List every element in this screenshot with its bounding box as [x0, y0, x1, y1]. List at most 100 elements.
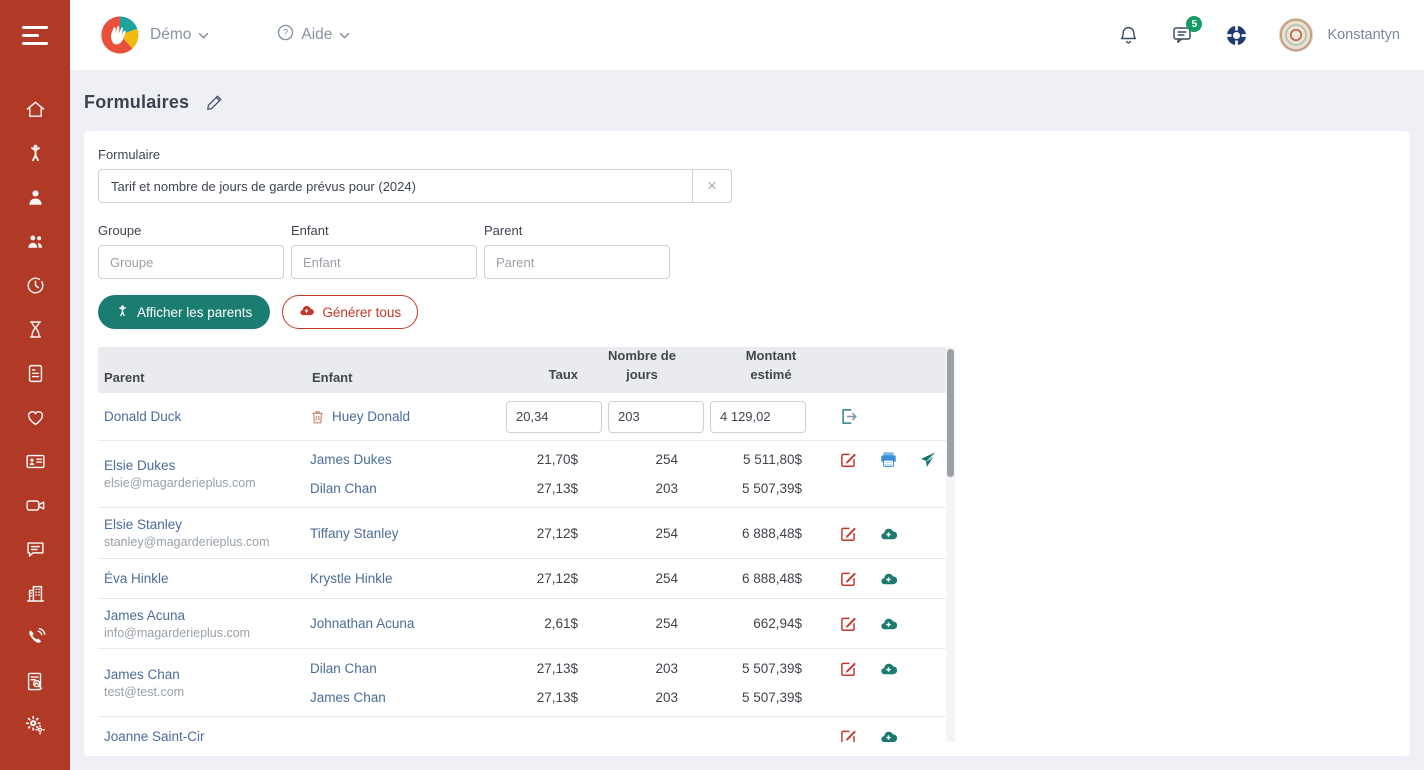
- sidebar-item-home[interactable]: [0, 90, 70, 134]
- sidebar-item-educators[interactable]: [0, 178, 70, 222]
- page-content: Formulaires Formulaire × Groupe Enfant: [70, 70, 1424, 770]
- table-scrollbar-thumb[interactable]: [947, 349, 954, 477]
- aide-dropdown-label: Aide: [301, 26, 332, 44]
- taux-value: 27,13$: [506, 661, 596, 676]
- menu-toggle-button[interactable]: [0, 0, 70, 70]
- parent-cell: James Chantest@test.com: [98, 649, 306, 716]
- sidebar-item-organization[interactable]: [0, 574, 70, 618]
- notifications-bell-icon[interactable]: [1117, 24, 1140, 47]
- aide-dropdown[interactable]: ? Aide: [277, 24, 350, 46]
- parent-name-link[interactable]: Elsie Dukes: [104, 458, 306, 473]
- child-name-link[interactable]: Dilan Chan: [310, 661, 377, 676]
- parent-name-link[interactable]: Joanne Saint-Cir: [104, 729, 306, 742]
- groupe-input[interactable]: [98, 245, 284, 279]
- montant-input[interactable]: [710, 401, 806, 433]
- edit-title-pencil-icon[interactable]: [205, 93, 224, 112]
- sidebar-nav: [0, 90, 70, 750]
- parent-name-link[interactable]: James Acuna: [104, 608, 306, 623]
- col-nombre-de-jours: Nombre de jours: [596, 347, 696, 393]
- child-line: Huey Donald: [306, 401, 946, 433]
- child-cell: Tiffany Stanley: [306, 526, 506, 541]
- parent-name-link[interactable]: Elsie Stanley: [104, 517, 306, 532]
- row-actions: [806, 728, 946, 742]
- show-parents-button[interactable]: Afficher les parents: [98, 295, 270, 329]
- sidebar-item-messages[interactable]: [0, 530, 70, 574]
- user-avatar[interactable]: [1279, 18, 1313, 52]
- edit-icon[interactable]: [840, 660, 858, 677]
- table-row: Elsie Stanleystanley@magarderieplus.comT…: [98, 508, 946, 559]
- brand-menu[interactable]: Démo: [100, 15, 209, 55]
- trash-icon[interactable]: [310, 409, 325, 425]
- child-icon: [24, 142, 47, 170]
- clear-formulaire-button[interactable]: ×: [692, 169, 732, 203]
- sidebar-item-settings[interactable]: [0, 706, 70, 750]
- page-title: Formulaires: [84, 92, 189, 113]
- montant-value: 6 888,48$: [696, 571, 806, 586]
- parent-input[interactable]: [484, 245, 670, 279]
- child-name-link[interactable]: James Chan: [310, 690, 386, 705]
- phone-icon: [24, 626, 47, 654]
- sidebar-item-billing[interactable]: [0, 354, 70, 398]
- heart-icon: [24, 406, 47, 434]
- sidebar-item-calls[interactable]: [0, 618, 70, 662]
- table-row: Joanne Saint-Cir: [98, 717, 946, 742]
- cloud-upload-icon[interactable]: [880, 615, 898, 632]
- child-lines: James Dukes21,70$2545 511,80$Dilan Chan2…: [306, 441, 946, 507]
- child-lines: Tiffany Stanley27,12$2546 888,48$: [306, 508, 946, 558]
- sidebar-item-health[interactable]: [0, 398, 70, 442]
- child-line: James Dukes21,70$2545 511,80$: [306, 445, 946, 474]
- child-cell: Dilan Chan: [306, 481, 506, 496]
- child-name-link[interactable]: Dilan Chan: [310, 481, 377, 496]
- cloud-upload-icon[interactable]: [880, 728, 898, 742]
- edit-icon[interactable]: [840, 451, 858, 468]
- send-icon[interactable]: [920, 451, 938, 468]
- cloud-upload-icon[interactable]: [880, 660, 898, 677]
- home-icon: [24, 98, 47, 126]
- edit-icon[interactable]: [840, 615, 858, 632]
- support-lifering-icon[interactable]: [1224, 23, 1249, 48]
- messages-icon[interactable]: 5: [1170, 23, 1194, 47]
- parent-name-link[interactable]: James Chan: [104, 667, 306, 682]
- child-name-link[interactable]: Johnathan Acuna: [310, 616, 414, 631]
- table-scrollbar[interactable]: [946, 347, 955, 742]
- child-cell: James Dukes: [306, 452, 506, 467]
- jours-input[interactable]: [608, 401, 704, 433]
- parent-email: info@magarderieplus.com: [104, 626, 306, 640]
- formulaire-select[interactable]: [98, 169, 692, 203]
- sidebar-item-children[interactable]: [0, 134, 70, 178]
- sidebar-item-waiting-list[interactable]: [0, 310, 70, 354]
- taux-input[interactable]: [506, 401, 602, 433]
- table-row: Éva HinkleKrystle Hinkle27,12$2546 888,4…: [98, 559, 946, 599]
- child-name-link[interactable]: Krystle Hinkle: [310, 571, 393, 586]
- row-actions: [806, 615, 946, 632]
- parent-name-link[interactable]: Donald Duck: [104, 409, 306, 424]
- taux-value: 21,70$: [506, 452, 596, 467]
- child-cell: Krystle Hinkle: [306, 571, 506, 586]
- col-actions: [806, 385, 946, 393]
- child-line: Krystle Hinkle27,12$2546 888,48$: [306, 564, 946, 593]
- show-parents-label: Afficher les parents: [137, 305, 252, 320]
- sidebar-item-families[interactable]: [0, 222, 70, 266]
- cloud-upload-icon[interactable]: [880, 525, 898, 542]
- montant-value: 6 888,48$: [696, 526, 806, 541]
- sidebar-item-reports[interactable]: [0, 662, 70, 706]
- export-icon[interactable]: [840, 408, 858, 425]
- sidebar-item-contacts[interactable]: [0, 442, 70, 486]
- parent-name-link[interactable]: Éva Hinkle: [104, 571, 306, 586]
- formulaire-label: Formulaire: [98, 147, 1396, 162]
- report-icon: [24, 670, 47, 698]
- building-icon: [24, 582, 47, 610]
- sidebar-item-video[interactable]: [0, 486, 70, 530]
- child-name-link[interactable]: James Dukes: [310, 452, 392, 467]
- enfant-input[interactable]: [291, 245, 477, 279]
- print-icon[interactable]: [880, 451, 898, 468]
- edit-icon[interactable]: [840, 525, 858, 542]
- child-name-link[interactable]: Huey Donald: [332, 409, 410, 424]
- edit-icon[interactable]: [840, 570, 858, 587]
- generate-all-button[interactable]: Générer tous: [282, 295, 418, 329]
- cloud-upload-icon[interactable]: [880, 570, 898, 587]
- sidebar-item-attendance[interactable]: [0, 266, 70, 310]
- child-name-link[interactable]: Tiffany Stanley: [310, 526, 399, 541]
- parent-cell: Elsie Stanleystanley@magarderieplus.com: [98, 508, 306, 558]
- edit-icon[interactable]: [840, 728, 858, 742]
